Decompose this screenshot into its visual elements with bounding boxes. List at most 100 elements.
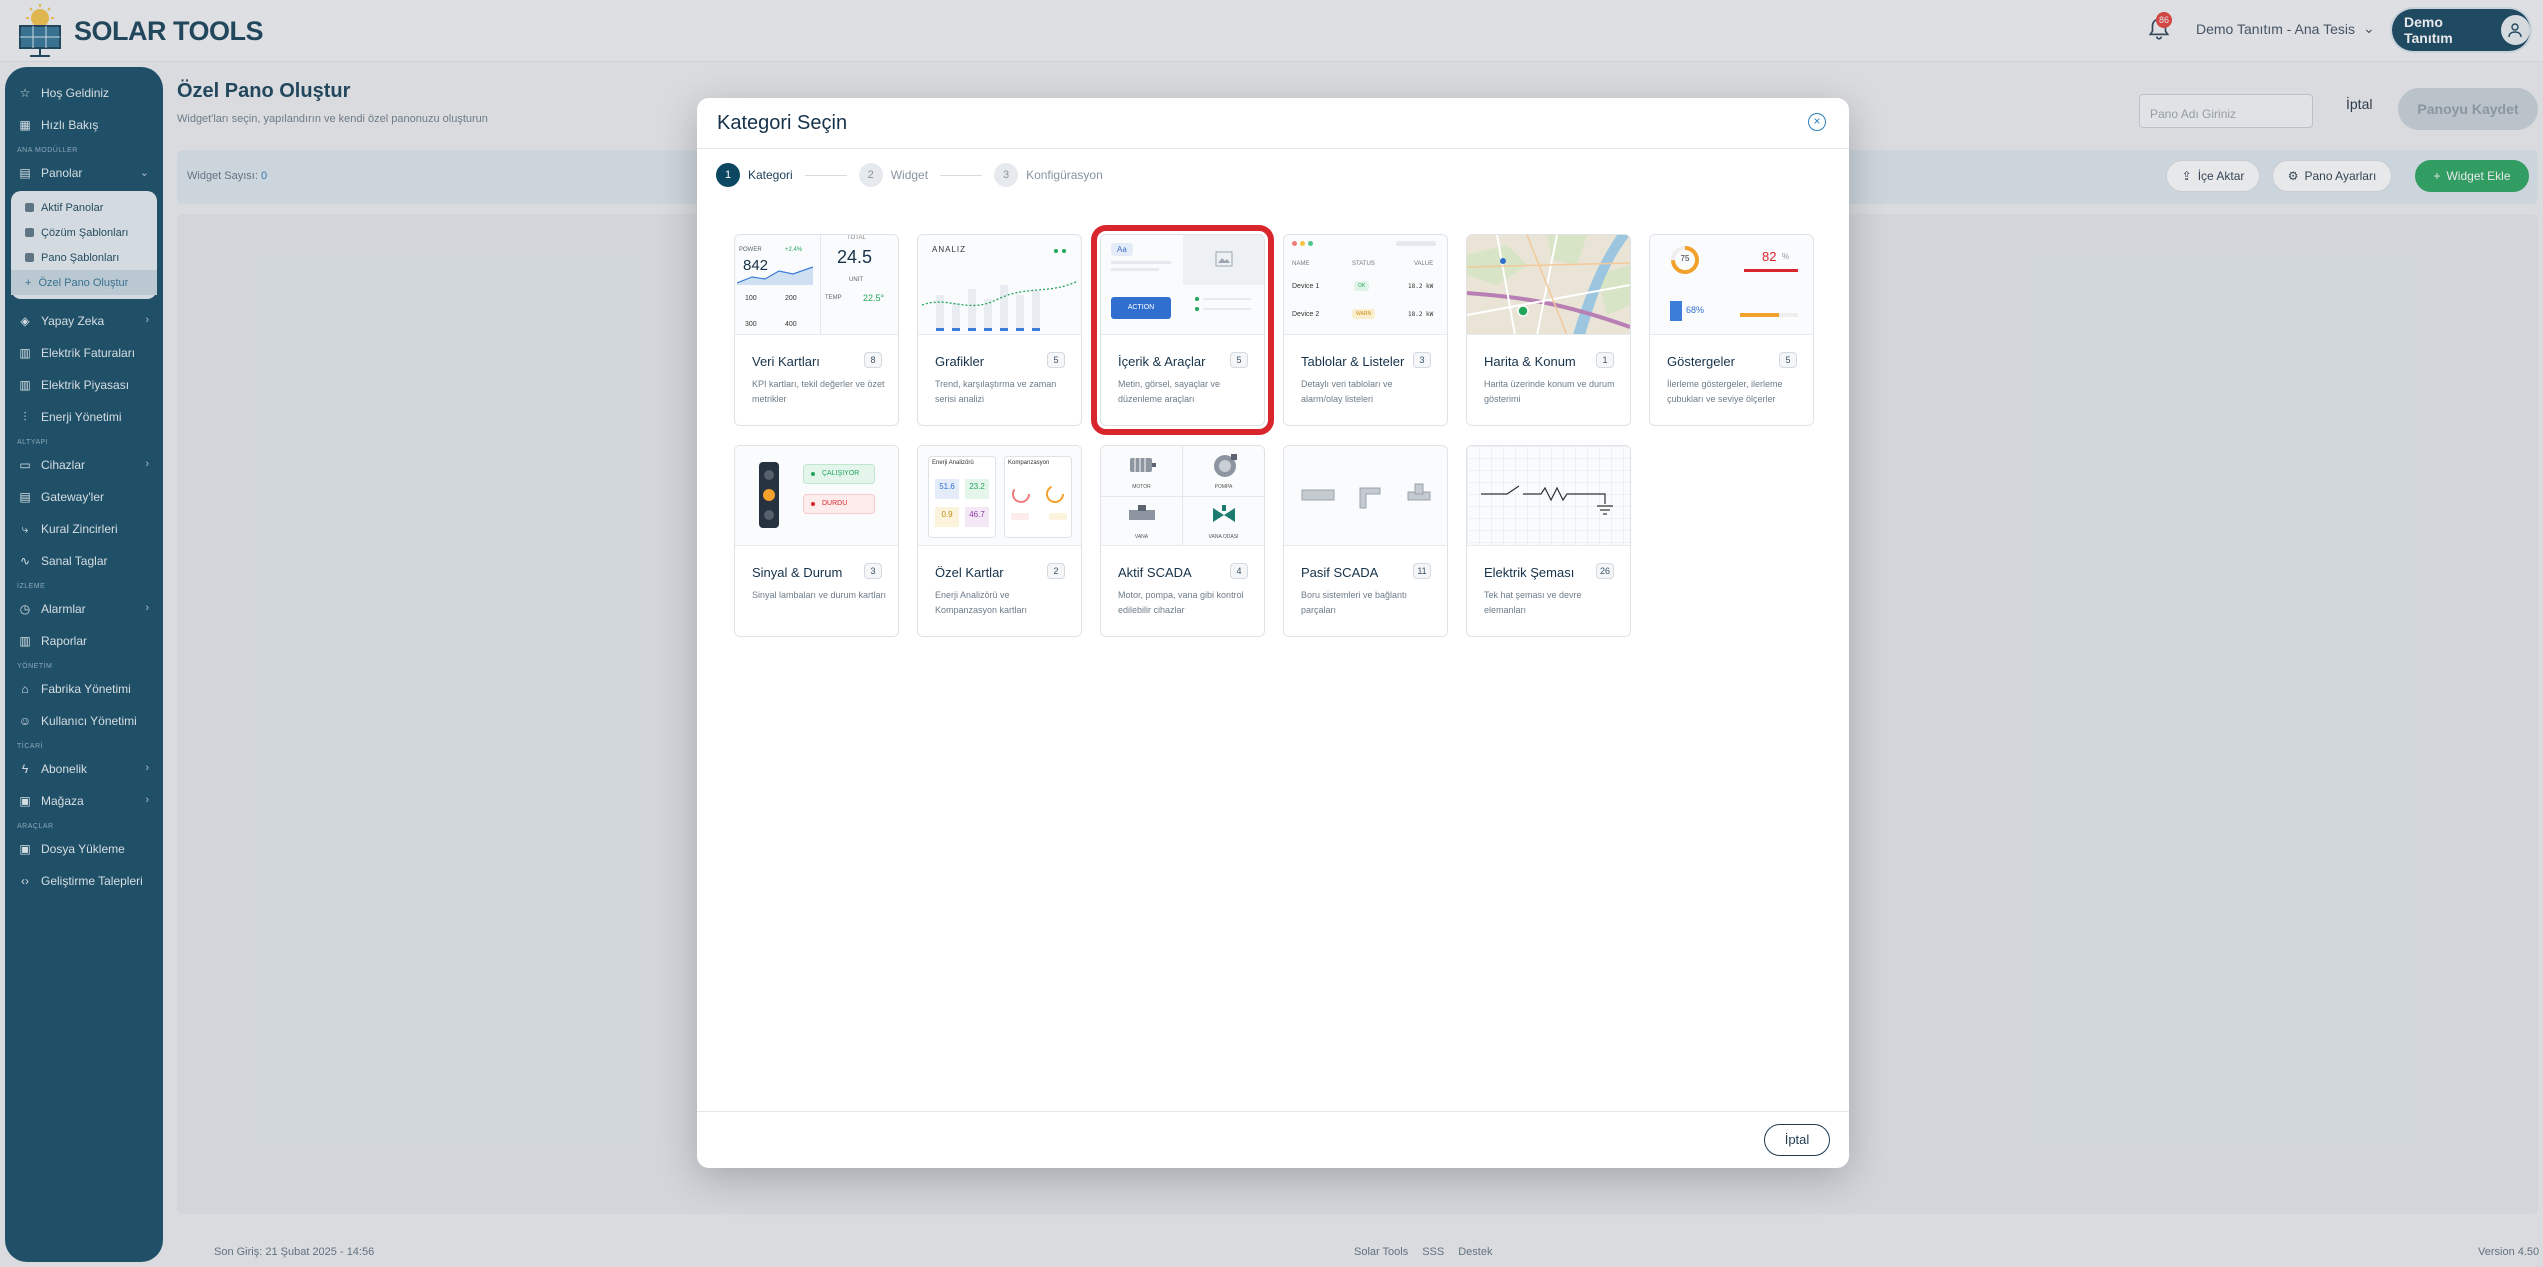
- list-dot: [1195, 307, 1199, 311]
- bar-line-chart-icon: [921, 280, 1079, 331]
- card-title: Sinyal & Durum: [752, 565, 843, 580]
- action-button-preview: ACTION: [1111, 297, 1171, 319]
- table-cell: Device 1: [1292, 283, 1320, 290]
- text-line: [1111, 268, 1159, 271]
- card-count-badge: 3: [1413, 352, 1431, 368]
- sparkline-icon: [737, 266, 814, 285]
- close-icon[interactable]: ×: [1808, 113, 1826, 131]
- active-scada-preview: MOTOR POMPA VANA VANA ODASI: [1101, 446, 1264, 546]
- step-number: 3: [994, 163, 1019, 187]
- mini-card-title: Enerji Analizörü: [932, 460, 974, 466]
- card-description: Tek hat şeması ve devre elemanları: [1484, 590, 1582, 615]
- category-card-active-scada[interactable]: MOTOR POMPA VANA VANA ODASI Aktif SCADA …: [1100, 445, 1265, 637]
- map-icon: [1467, 235, 1630, 334]
- passive-scada-preview: [1284, 446, 1447, 546]
- preview-cell: 100: [745, 295, 757, 302]
- step-number: 2: [858, 163, 883, 187]
- category-card-custom[interactable]: Enerji Analizörü 51.6 23.2 0.9 46.7 Komp…: [917, 445, 1082, 637]
- tables-preview: NAME STATUS VALUE Device 1 OK 18.2 kW De…: [1284, 235, 1447, 335]
- content-tools-preview: Aa ACTION: [1101, 235, 1264, 335]
- text-chip: Aa: [1111, 243, 1133, 256]
- card-title: Harita & Konum: [1484, 354, 1576, 369]
- step-number: 1: [716, 163, 740, 187]
- schematic-preview: [1467, 446, 1630, 546]
- mini-value: 23.2: [965, 479, 989, 499]
- mini-value: 46.7: [965, 507, 989, 527]
- card-title: Aktif SCADA: [1118, 565, 1192, 580]
- scada-label: POMPA: [1214, 484, 1233, 490]
- window-dot: [1292, 241, 1297, 246]
- signal-lamp-icon: [759, 462, 779, 528]
- gauges-preview: 75 82 % 68%: [1650, 235, 1813, 335]
- card-title: Göstergeler: [1667, 354, 1735, 369]
- mini-value: 51.6: [935, 479, 959, 499]
- category-card-electrical-schematic[interactable]: Elektrik Şeması 26 Tek hat şeması ve dev…: [1466, 445, 1631, 637]
- card-count-badge: 4: [1230, 563, 1248, 579]
- status-dot: [1062, 249, 1066, 253]
- card-title: Grafikler: [935, 354, 985, 369]
- card-description: Detaylı veri tabloları ve alarm/olay lis…: [1301, 379, 1393, 404]
- preview-label: TOTAL: [847, 235, 866, 241]
- modal-cancel-button[interactable]: İptal: [1764, 1124, 1830, 1156]
- gauge-unit: %: [1782, 252, 1790, 261]
- preview-label: TEMP: [825, 295, 842, 301]
- card-title: Pasif SCADA: [1301, 565, 1379, 580]
- column-header: NAME: [1292, 261, 1310, 267]
- charts-preview: ANALIZ: [918, 235, 1081, 335]
- divider: [697, 148, 1849, 149]
- preview-cell: 300: [745, 321, 757, 328]
- step-label: Kategori: [748, 168, 793, 182]
- preview-delta: +2.4%: [785, 247, 803, 253]
- list-line: [1203, 298, 1251, 300]
- compensation-card: Kompanzasyon: [1004, 456, 1072, 538]
- card-count-badge: 5: [1047, 352, 1065, 368]
- list-dot: [1195, 297, 1199, 301]
- card-description: KPI kartları, tekil değerler ve özet met…: [752, 379, 885, 404]
- category-card-charts[interactable]: ANALIZ Grafikler 5 Trend, karşılaştırma …: [917, 234, 1082, 426]
- card-count-badge: 3: [864, 563, 882, 579]
- mini-card-title: Kompanzasyon: [1008, 460, 1050, 466]
- category-card-content-tools[interactable]: Aa ACTION İçerik & Araçlar 5 Metin, görs…: [1091, 225, 1274, 435]
- pump-icon: [1214, 454, 1237, 477]
- motor-icon: [1130, 458, 1156, 472]
- status-dot: [811, 502, 815, 506]
- card-description: Trend, karşılaştırma ve zaman serisi ana…: [935, 379, 1057, 404]
- pipe-icon: [1301, 483, 1431, 509]
- card-description: Enerji Analizörü ve Kompanzasyon kartlar…: [935, 590, 1028, 615]
- map-preview: [1467, 235, 1630, 335]
- table-cell: 18.2 kW: [1408, 283, 1434, 290]
- card-count-badge: 2: [1047, 563, 1065, 579]
- status-dot: [811, 472, 815, 476]
- card-title: İçerik & Araçlar: [1118, 354, 1206, 369]
- category-card-signal-status[interactable]: ÇALIŞIYOR DURDU Sinyal & Durum 3 Sinyal …: [734, 445, 899, 637]
- level-bar: [1670, 301, 1682, 321]
- category-card-map[interactable]: Harita & Konum 1 Harita üzerinde konum v…: [1466, 234, 1631, 426]
- preview-label: ANALIZ: [932, 245, 967, 254]
- data-cards-preview: POWER +2.4% 842 TOTAL 24.5 UNIT TEMP 22.…: [735, 235, 898, 335]
- custom-cards-preview: Enerji Analizörü 51.6 23.2 0.9 46.7 Komp…: [918, 446, 1081, 546]
- modal-title: Kategori Seçin: [717, 112, 848, 134]
- table-cell: 18.2 kW: [1408, 311, 1434, 318]
- scada-label: VANA ODASI: [1208, 534, 1239, 540]
- status-badge: WARN: [1352, 309, 1376, 319]
- mini-badge: [1049, 513, 1067, 520]
- preview-unit: UNIT: [849, 277, 863, 283]
- category-card-tables[interactable]: NAME STATUS VALUE Device 1 OK 18.2 kW De…: [1283, 234, 1448, 426]
- card-title: Özel Kartlar: [935, 565, 1004, 580]
- category-card-passive-scada[interactable]: Pasif SCADA 11 Boru sistemleri ve bağlan…: [1283, 445, 1448, 637]
- search-bar: [1396, 241, 1436, 246]
- status-dot: [1054, 249, 1058, 253]
- card-count-badge: 8: [864, 352, 882, 368]
- card-title: Tablolar & Listeler: [1301, 354, 1405, 369]
- gauge-value: 75: [1680, 254, 1690, 263]
- status-badge: OK: [1354, 281, 1370, 291]
- card-count-badge: 11: [1413, 563, 1431, 579]
- category-card-gauges[interactable]: 75 82 % 68% Göstergeler 5 İlerleme göste…: [1649, 234, 1814, 426]
- card-count-badge: 5: [1230, 352, 1248, 368]
- mini-value: 0.9: [935, 507, 959, 527]
- circuit-icon: [1481, 485, 1613, 515]
- progress-bar: [1744, 269, 1798, 272]
- text-line: [1111, 261, 1171, 264]
- category-card-data-cards[interactable]: POWER +2.4% 842 TOTAL 24.5 UNIT TEMP 22.…: [734, 234, 899, 426]
- gauge-value: 68%: [1686, 305, 1705, 315]
